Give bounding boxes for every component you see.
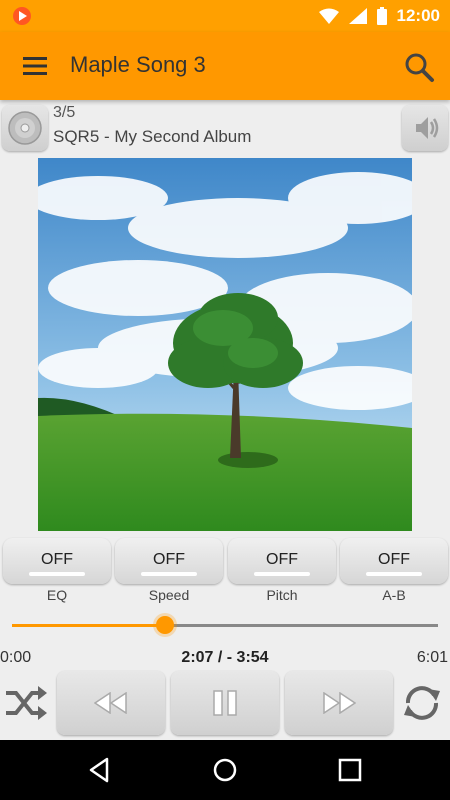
speed-toggle-state: OFF [153, 551, 185, 568]
rewind-icon [94, 692, 127, 714]
time-current: 2:07 / - 3:54 [181, 649, 269, 666]
system-navigation-bar [0, 740, 450, 800]
pause-icon [213, 690, 237, 716]
track-position: 3/5 [53, 104, 76, 121]
shuffle-icon[interactable] [4, 683, 48, 723]
eq-toggle-button[interactable]: OFF [3, 538, 111, 584]
seek-bar[interactable] [12, 616, 438, 636]
track-title: SQR5 - My Second Album [53, 127, 252, 146]
eq-toggle-state: OFF [41, 551, 73, 568]
fast-forward-icon [323, 692, 356, 714]
toggle-indicator [141, 572, 197, 576]
hamburger-icon[interactable] [20, 54, 50, 78]
album-art [38, 158, 412, 531]
battery-icon [376, 7, 387, 25]
ab-label: A-B [382, 587, 406, 603]
seek-thumb[interactable] [156, 616, 175, 634]
track-info-row: 3/5 SQR5 - My Second Album [0, 102, 450, 154]
toggle-indicator [254, 572, 310, 576]
wifi-icon [318, 8, 339, 24]
toggle-indicator [366, 572, 422, 576]
seek-progress [12, 624, 166, 627]
back-icon[interactable] [87, 757, 113, 783]
ab-toggle-state: OFF [378, 551, 410, 568]
ab-repeat-toggle-button[interactable]: OFF [340, 538, 448, 584]
playback-controls [0, 671, 450, 737]
toggle-indicator [29, 572, 85, 576]
disc-button[interactable] [2, 105, 48, 151]
page-title: Maple Song 3 [70, 52, 206, 77]
search-icon[interactable] [402, 50, 436, 84]
volume-button[interactable] [402, 105, 448, 151]
home-icon[interactable] [212, 757, 238, 783]
pause-button[interactable] [171, 671, 279, 735]
fast-forward-button[interactable] [285, 671, 393, 735]
pitch-label: Pitch [266, 587, 298, 603]
recent-apps-icon[interactable] [337, 757, 363, 783]
speed-label: Speed [148, 587, 190, 603]
signal-icon [348, 8, 367, 24]
repeat-icon[interactable] [400, 683, 444, 723]
speed-toggle-button[interactable]: OFF [115, 538, 223, 584]
speaker-icon [416, 117, 439, 139]
app-notification-icon [13, 7, 31, 25]
effect-toggles: OFF EQ OFF Speed OFF Pitch OFF A-B [0, 538, 450, 608]
rewind-button[interactable] [57, 671, 165, 735]
clock: 12:00 [396, 6, 440, 25]
app-bar: Maple Song 3 [0, 32, 450, 100]
pitch-toggle-state: OFF [266, 551, 298, 568]
disc-icon [8, 111, 42, 145]
pitch-toggle-button[interactable]: OFF [228, 538, 336, 584]
eq-label: EQ [46, 587, 68, 603]
status-bar: 12:00 [0, 0, 450, 32]
time-total: 6:01 [416, 649, 448, 666]
